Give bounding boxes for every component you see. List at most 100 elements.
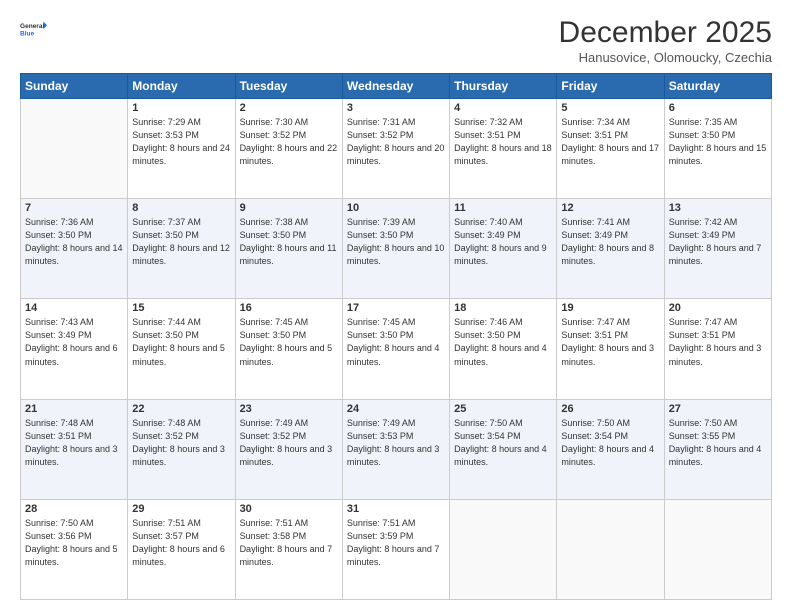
week-row-2: 7 Sunrise: 7:36 AMSunset: 3:50 PMDaylight… bbox=[21, 199, 772, 299]
day-info: Sunrise: 7:50 AMSunset: 3:56 PMDaylight:… bbox=[25, 517, 123, 569]
day-info: Sunrise: 7:50 AMSunset: 3:54 PMDaylight:… bbox=[454, 417, 552, 469]
day-number: 20 bbox=[669, 302, 767, 314]
table-row: 17Sunrise: 7:45 AMSunset: 3:50 PMDayligh… bbox=[342, 299, 449, 399]
header-row: Sunday Monday Tuesday Wednesday Thursday… bbox=[21, 74, 772, 99]
day-info: Sunrise: 7:51 AMSunset: 3:59 PMDaylight:… bbox=[347, 517, 445, 569]
svg-text:Blue: Blue bbox=[20, 31, 34, 38]
day-info: Sunrise: 7:29 AMSunset: 3:53 PMDaylight:… bbox=[132, 116, 230, 168]
day-info: Sunrise: 7:40 AMSunset: 3:49 PMDaylight:… bbox=[454, 216, 552, 268]
table-row bbox=[557, 499, 664, 599]
table-row: 19 Sunrise: 7:47 AMSunset: 3:51 PMDayligh… bbox=[557, 299, 664, 399]
day-number: 2 bbox=[240, 102, 338, 114]
table-row bbox=[664, 499, 771, 599]
day-number: 3 bbox=[347, 102, 445, 114]
day-number: 5 bbox=[561, 102, 659, 114]
day-number: 23 bbox=[240, 403, 338, 415]
month-title: December 2025 bbox=[559, 16, 772, 50]
day-info: Sunrise: 7:45 AMSunset: 3:50 PMDaylight:… bbox=[347, 316, 445, 368]
day-info: Sunrise: 7:30 AMSunset: 3:52 PMDaylight:… bbox=[240, 116, 338, 168]
day-number: 4 bbox=[454, 102, 552, 114]
table-row: 29 Sunrise: 7:51 AMSunset: 3:57 PMDayligh… bbox=[128, 499, 235, 599]
table-row: 21Sunrise: 7:48 AMSunset: 3:51 PMDayligh… bbox=[21, 399, 128, 499]
day-number: 16 bbox=[240, 302, 338, 314]
day-number: 29 bbox=[132, 503, 230, 515]
day-info: Sunrise: 7:50 AMSunset: 3:55 PMDaylight:… bbox=[669, 417, 767, 469]
table-row: 3 Sunrise: 7:31 AMSunset: 3:52 PMDaylight… bbox=[342, 99, 449, 199]
table-row: 1Sunrise: 7:29 AMSunset: 3:53 PMDaylight… bbox=[128, 99, 235, 199]
day-number: 26 bbox=[561, 403, 659, 415]
day-number: 22 bbox=[132, 403, 230, 415]
day-number: 30 bbox=[240, 503, 338, 515]
day-info: Sunrise: 7:43 AMSunset: 3:49 PMDaylight:… bbox=[25, 316, 123, 368]
table-row: 2 Sunrise: 7:30 AMSunset: 3:52 PMDaylight… bbox=[235, 99, 342, 199]
col-tuesday: Tuesday bbox=[235, 74, 342, 99]
col-wednesday: Wednesday bbox=[342, 74, 449, 99]
day-info: Sunrise: 7:48 AMSunset: 3:52 PMDaylight:… bbox=[132, 417, 230, 469]
table-row: 7 Sunrise: 7:36 AMSunset: 3:50 PMDaylight… bbox=[21, 199, 128, 299]
day-number: 10 bbox=[347, 202, 445, 214]
table-row: 10 Sunrise: 7:39 AMSunset: 3:50 PMDayligh… bbox=[342, 199, 449, 299]
day-number: 14 bbox=[25, 302, 123, 314]
table-row: 18Sunrise: 7:46 AMSunset: 3:50 PMDayligh… bbox=[450, 299, 557, 399]
table-row: 31 Sunrise: 7:51 AMSunset: 3:59 PMDayligh… bbox=[342, 499, 449, 599]
day-info: Sunrise: 7:45 AMSunset: 3:50 PMDaylight:… bbox=[240, 316, 338, 368]
table-row: 11 Sunrise: 7:40 AMSunset: 3:49 PMDayligh… bbox=[450, 199, 557, 299]
day-info: Sunrise: 7:32 AMSunset: 3:51 PMDaylight:… bbox=[454, 116, 552, 168]
title-block: December 2025 Hanusovice, Olomoucky, Cze… bbox=[559, 16, 772, 65]
day-number: 19 bbox=[561, 302, 659, 314]
day-info: Sunrise: 7:44 AMSunset: 3:50 PMDaylight:… bbox=[132, 316, 230, 368]
col-saturday: Saturday bbox=[664, 74, 771, 99]
logo: GeneralBlue bbox=[20, 16, 48, 44]
week-row-3: 14 Sunrise: 7:43 AMSunset: 3:49 PMDayligh… bbox=[21, 299, 772, 399]
day-info: Sunrise: 7:51 AMSunset: 3:58 PMDaylight:… bbox=[240, 517, 338, 569]
logo-icon: GeneralBlue bbox=[20, 16, 48, 44]
table-row: 26 Sunrise: 7:50 AMSunset: 3:54 PMDayligh… bbox=[557, 399, 664, 499]
day-number: 24 bbox=[347, 403, 445, 415]
day-number: 31 bbox=[347, 503, 445, 515]
day-info: Sunrise: 7:37 AMSunset: 3:50 PMDaylight:… bbox=[132, 216, 230, 268]
day-info: Sunrise: 7:50 AMSunset: 3:54 PMDaylight:… bbox=[561, 417, 659, 469]
day-number: 15 bbox=[132, 302, 230, 314]
day-info: Sunrise: 7:41 AMSunset: 3:49 PMDaylight:… bbox=[561, 216, 659, 268]
day-number: 27 bbox=[669, 403, 767, 415]
col-monday: Monday bbox=[128, 74, 235, 99]
day-info: Sunrise: 7:49 AMSunset: 3:52 PMDaylight:… bbox=[240, 417, 338, 469]
day-number: 6 bbox=[669, 102, 767, 114]
table-row bbox=[450, 499, 557, 599]
day-info: Sunrise: 7:48 AMSunset: 3:51 PMDaylight:… bbox=[25, 417, 123, 469]
day-info: Sunrise: 7:47 AMSunset: 3:51 PMDaylight:… bbox=[561, 316, 659, 368]
day-info: Sunrise: 7:31 AMSunset: 3:52 PMDaylight:… bbox=[347, 116, 445, 168]
table-row: 9Sunrise: 7:38 AMSunset: 3:50 PMDaylight… bbox=[235, 199, 342, 299]
table-row: 23 Sunrise: 7:49 AMSunset: 3:52 PMDayligh… bbox=[235, 399, 342, 499]
table-row: 16 Sunrise: 7:45 AMSunset: 3:50 PMDayligh… bbox=[235, 299, 342, 399]
table-row: 25 Sunrise: 7:50 AMSunset: 3:54 PMDayligh… bbox=[450, 399, 557, 499]
day-info: Sunrise: 7:42 AMSunset: 3:49 PMDaylight:… bbox=[669, 216, 767, 268]
day-info: Sunrise: 7:39 AMSunset: 3:50 PMDaylight:… bbox=[347, 216, 445, 268]
table-row: 12Sunrise: 7:41 AMSunset: 3:49 PMDayligh… bbox=[557, 199, 664, 299]
day-number: 11 bbox=[454, 202, 552, 214]
svg-text:General: General bbox=[20, 23, 44, 30]
day-info: Sunrise: 7:47 AMSunset: 3:51 PMDaylight:… bbox=[669, 316, 767, 368]
day-number: 25 bbox=[454, 403, 552, 415]
day-info: Sunrise: 7:51 AMSunset: 3:57 PMDaylight:… bbox=[132, 517, 230, 569]
table-row: 13 Sunrise: 7:42 AMSunset: 3:49 PMDayligh… bbox=[664, 199, 771, 299]
col-thursday: Thursday bbox=[450, 74, 557, 99]
location: Hanusovice, Olomoucky, Czechia bbox=[559, 50, 772, 65]
week-row-4: 21Sunrise: 7:48 AMSunset: 3:51 PMDayligh… bbox=[21, 399, 772, 499]
day-info: Sunrise: 7:35 AMSunset: 3:50 PMDaylight:… bbox=[669, 116, 767, 168]
day-info: Sunrise: 7:36 AMSunset: 3:50 PMDaylight:… bbox=[25, 216, 123, 268]
day-info: Sunrise: 7:34 AMSunset: 3:51 PMDaylight:… bbox=[561, 116, 659, 168]
table-row: 6 Sunrise: 7:35 AMSunset: 3:50 PMDaylight… bbox=[664, 99, 771, 199]
col-sunday: Sunday bbox=[21, 74, 128, 99]
day-number: 18 bbox=[454, 302, 552, 314]
day-number: 7 bbox=[25, 202, 123, 214]
table-row: 4 Sunrise: 7:32 AMSunset: 3:51 PMDaylight… bbox=[450, 99, 557, 199]
day-number: 13 bbox=[669, 202, 767, 214]
col-friday: Friday bbox=[557, 74, 664, 99]
day-number: 9 bbox=[240, 202, 338, 214]
week-row-1: 1Sunrise: 7:29 AMSunset: 3:53 PMDaylight… bbox=[21, 99, 772, 199]
table-row: 15 Sunrise: 7:44 AMSunset: 3:50 PMDayligh… bbox=[128, 299, 235, 399]
day-info: Sunrise: 7:49 AMSunset: 3:53 PMDaylight:… bbox=[347, 417, 445, 469]
header: GeneralBlue December 2025 Hanusovice, Ol… bbox=[20, 16, 772, 65]
day-number: 28 bbox=[25, 503, 123, 515]
